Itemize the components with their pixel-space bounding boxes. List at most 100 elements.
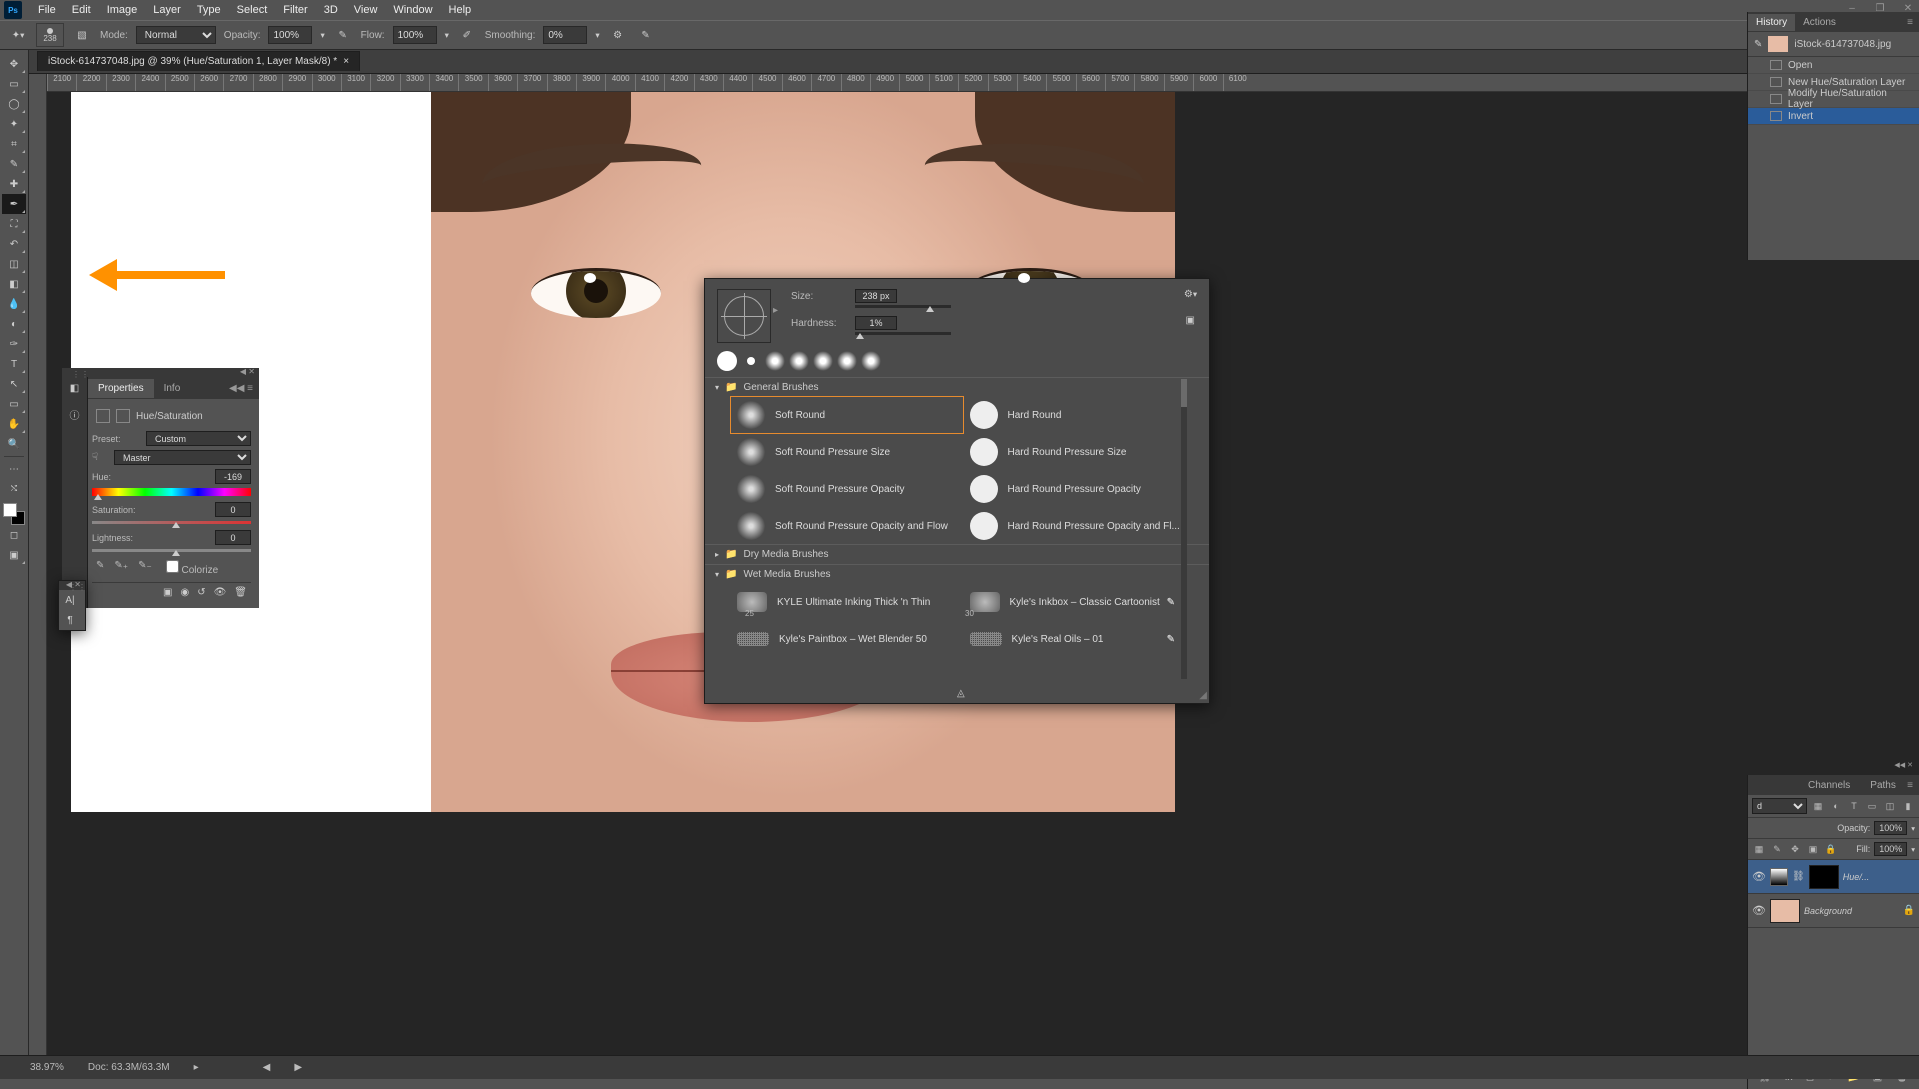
lock-transparent-icon[interactable]: ▦ [1752,844,1766,855]
preset-select[interactable]: Custom [146,431,251,446]
pen-tool[interactable]: ✑ [2,334,26,354]
color-swatches[interactable] [3,503,25,525]
menu-image[interactable]: Image [99,1,146,19]
smoothing-options-icon[interactable]: ⚙ [608,25,628,45]
mask-thumb[interactable] [1809,865,1839,889]
close-icon[interactable]: ✕ [1907,762,1913,769]
smoothing-input[interactable] [543,26,587,44]
tool-preset-icon[interactable]: ✦▾ [8,25,28,45]
brush-size-slider[interactable] [855,305,951,308]
flow-input[interactable] [393,26,437,44]
panel-menu-icon[interactable]: ≡ [1907,780,1919,791]
filter-type-icon[interactable]: T [1847,801,1861,811]
tab-actions[interactable]: Actions [1795,14,1844,31]
finger-icon[interactable]: ☟ [92,452,108,463]
menu-type[interactable]: Type [189,1,229,19]
lightness-input[interactable] [215,530,251,545]
path-select-tool[interactable]: ↖ [2,374,26,394]
close-tab-icon[interactable]: × [343,56,349,67]
layer-opacity[interactable]: 100% [1874,821,1907,835]
swap-colors-icon[interactable]: ⤭ [2,479,26,499]
resize-handle-icon[interactable]: ◬ [957,688,965,699]
size-pressure-icon[interactable]: ✎ [636,25,656,45]
blur-tool[interactable]: 💧 [2,294,26,314]
brush-hardness-slider[interactable] [855,332,951,335]
edit-icon[interactable]: ✎ [1167,597,1175,608]
brush-hard-round[interactable]: Hard Round [964,397,1196,433]
brush-preset-picker[interactable]: 238 [36,23,64,47]
brush-tip[interactable] [837,351,857,371]
history-source[interactable]: ✎iStock-614737048.jpg [1748,32,1919,57]
crop-tool[interactable]: ⌗ [2,134,26,154]
brush-soft-round-pressure-opacity-flow[interactable]: Soft Round Pressure Opacity and Flow [731,508,963,544]
collapse-icon[interactable]: ◀◀ ≡ [223,383,259,394]
quick-mask-icon[interactable]: ◻ [2,525,26,545]
lock-icon[interactable]: 🔒 [1903,905,1915,916]
brush-tip[interactable] [765,351,785,371]
brush-kyle-wet-blender[interactable]: Kyle's Paintbox – Wet Blender 50✎ [731,621,963,657]
filter-image-icon[interactable]: ▦ [1811,801,1825,812]
lock-paint-icon[interactable]: ✎ [1770,844,1784,855]
paragraph-icon[interactable]: ¶ [59,610,81,630]
doc-size[interactable]: Doc: 63.3M/63.3M [88,1062,170,1073]
folder-general-brushes[interactable]: ▾📁General Brushes [705,377,1209,397]
layer-fill[interactable]: 100% [1874,842,1907,856]
brush-soft-round-pressure-size[interactable]: Soft Round Pressure Size [731,434,963,470]
visibility-icon[interactable]: 👁 [1752,870,1766,883]
move-tool[interactable]: ✥ [2,54,26,74]
link-icon[interactable]: ⛓ [1792,871,1805,882]
menu-window[interactable]: Window [385,1,440,19]
layer-background[interactable]: 👁Background🔒 [1748,894,1919,928]
opacity-input[interactable] [268,26,312,44]
saturation-slider[interactable] [92,521,251,524]
healing-brush-tool[interactable]: ✚ [2,174,26,194]
menu-filter[interactable]: Filter [275,1,315,19]
prev-icon[interactable]: ◉ [180,587,189,598]
brush-settings-toggle-icon[interactable]: ▧ [72,25,92,45]
brush-tip[interactable] [813,351,833,371]
clone-stamp-tool[interactable]: ⛶ [2,214,26,234]
tab-properties[interactable]: Properties [88,379,154,398]
info-icon[interactable]: ⓘ [65,407,85,427]
brush-hard-round-pressure-opacity[interactable]: Hard Round Pressure Opacity [964,471,1196,507]
history-step[interactable]: Invert [1748,108,1919,125]
brush-hard-round-pressure-size[interactable]: Hard Round Pressure Size [964,434,1196,470]
filter-shape-icon[interactable]: ▭ [1865,801,1879,812]
brush-kyle-inking[interactable]: KYLE Ultimate Inking Thick 'n Thin✎ [731,584,963,620]
eyedropper-tool[interactable]: ✎ [2,154,26,174]
tab-paths[interactable]: Paths [1860,776,1906,795]
rectangle-tool[interactable]: ▭ [2,394,26,414]
adjustments-icon[interactable]: ◧ [65,383,85,403]
brush-soft-round-pressure-opacity[interactable]: Soft Round Pressure Opacity [731,471,963,507]
reset-icon[interactable]: ↺ [197,587,205,598]
screen-mode-icon[interactable]: ▣ [2,545,26,565]
brush-tool[interactable]: ✒ [2,194,26,214]
scrollbar[interactable] [1181,379,1187,679]
channel-select[interactable]: Master [114,450,251,465]
panel-menu-icon[interactable]: ≡ [1907,17,1919,28]
brush-tip[interactable] [747,357,755,365]
hue-slider[interactable] [92,488,251,496]
brush-kyle-real-oils[interactable]: Kyle's Real Oils – 01✎ [964,621,1196,657]
tab-info[interactable]: Info [154,379,191,398]
lock-position-icon[interactable]: ✥ [1788,844,1802,855]
brush-soft-round[interactable]: Soft Round [731,397,963,433]
character-icon[interactable]: A| [59,590,81,610]
airbrush-icon[interactable]: ✐ [457,25,477,45]
trash-icon[interactable]: 🗑 [234,587,247,598]
lasso-tool[interactable]: ◯ [2,94,26,114]
new-preset-icon[interactable]: ▣ [1186,315,1195,326]
tab-history[interactable]: History [1748,14,1795,31]
dodge-tool[interactable]: ◐ [2,314,26,334]
menu-view[interactable]: View [346,1,386,19]
eyedropper-add-icon[interactable]: ✎₊ [114,560,128,576]
folder-wet-media[interactable]: ▾📁Wet Media Brushes [705,564,1209,584]
type-tool[interactable]: T [2,354,26,374]
filter-smart-icon[interactable]: ◫ [1883,801,1897,812]
tab-channels[interactable]: Channels [1798,776,1860,795]
visibility-icon[interactable]: 👁 [214,587,227,598]
brush-tip[interactable] [789,351,809,371]
layer-filter-select[interactable]: d [1752,798,1807,814]
edit-toolbar-icon[interactable]: ⋯ [2,459,26,479]
history-step[interactable]: Open [1748,57,1919,74]
